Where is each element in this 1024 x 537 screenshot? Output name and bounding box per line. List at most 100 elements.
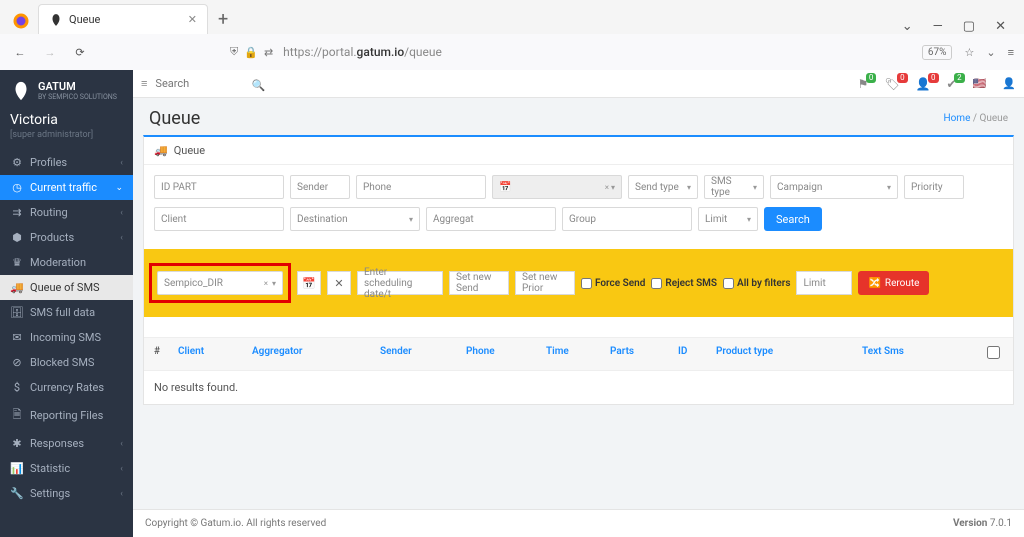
lock-icon[interactable]: 🔒 (244, 46, 258, 59)
th-select-all[interactable] (987, 346, 1003, 362)
brand: GATUM BY SEMPICO SOLUTIONS (0, 70, 133, 106)
th-id[interactable]: ID (678, 346, 716, 362)
sms-type-select[interactable]: SMS type▾ (704, 175, 764, 199)
reroute-button[interactable]: 🔀Reroute (858, 271, 929, 295)
all-by-filters-checkbox[interactable]: All by filters (723, 278, 790, 289)
reload-button[interactable]: ⟳ (70, 46, 90, 59)
address-field[interactable]: https://portal.gatum.io/queue (283, 45, 912, 59)
moderation-icon: ♛ (10, 256, 24, 269)
minimize-button[interactable]: — (933, 19, 943, 34)
panel-title: Queue (174, 144, 205, 157)
tab-close-icon[interactable]: ✕ (188, 13, 197, 26)
search-button[interactable]: Search (764, 207, 822, 231)
hamburger-icon[interactable]: ≡ (141, 77, 147, 90)
notif-icon-1[interactable]: ⚑0 (858, 77, 869, 91)
th-time[interactable]: Time (546, 346, 610, 362)
products-icon: ⬢ (10, 231, 24, 244)
chevron-left-icon: ‹ (120, 439, 123, 449)
priority-input[interactable]: Priority (904, 175, 964, 199)
chevron-left-icon: ‹ (120, 489, 123, 499)
notif-icon-4[interactable]: ✔2 (947, 77, 957, 91)
flag-icon[interactable]: 🇺🇸 (973, 77, 987, 90)
sidebar-item-sms-full-data[interactable]: 🗄SMS full data (0, 300, 133, 325)
sidebar-item-reporting-files[interactable]: 🗎Reporting Files (0, 400, 133, 431)
maximize-button[interactable]: ▢ (963, 19, 975, 34)
sidebar-item-settings[interactable]: 🔧Settings‹ (0, 481, 133, 506)
firefox-icon (12, 12, 30, 30)
browser-tab[interactable]: Queue ✕ (38, 4, 208, 34)
reroute-date-button[interactable]: 📅 (297, 271, 321, 295)
forward-button[interactable]: → (40, 46, 60, 59)
settings-icon: 🔧 (10, 487, 24, 500)
search-icon[interactable]: 🔍 (252, 79, 266, 92)
sidebar-item-statistic[interactable]: 📊Statistic‹ (0, 456, 133, 481)
scheduling-date-input[interactable]: Enter scheduling date/t (357, 271, 443, 295)
th-aggregator[interactable]: Aggregator (252, 346, 380, 362)
set-new-send-input[interactable]: Set new Send (449, 271, 509, 295)
shuffle-icon: 🔀 (868, 278, 880, 289)
user-name: Victoria (0, 106, 133, 130)
aggregat-input[interactable]: Aggregat (426, 207, 556, 231)
set-new-prior-input[interactable]: Set new Prior (515, 271, 575, 295)
responses-icon: ✱ (10, 437, 24, 450)
permissions-icon[interactable]: ⇄ (264, 46, 273, 59)
shield-icon[interactable]: ⛨ (230, 45, 238, 59)
th-parts[interactable]: Parts (610, 346, 678, 362)
breadcrumb-current: Queue (979, 113, 1008, 124)
th-client[interactable]: Client (178, 346, 252, 362)
url-bar: ← → ⟳ ⛨ 🔒 ⇄ https://portal.gatum.io/queu… (0, 34, 1024, 70)
window-controls: ⌄ — ▢ ✕ (902, 19, 1020, 34)
breadcrumb-home[interactable]: Home (943, 113, 970, 124)
currency-icon: $ (10, 381, 24, 394)
back-button[interactable]: ← (10, 46, 30, 59)
reroute-clear-button[interactable]: ✕ (327, 271, 351, 295)
sidebar-item-queue-of-sms[interactable]: 🚚Queue of SMS (0, 275, 133, 300)
sidebar-item-currency-rates[interactable]: $Currency Rates (0, 375, 133, 400)
th-product-type[interactable]: Product type (716, 346, 862, 362)
sidebar-item-responses[interactable]: ✱Responses‹ (0, 431, 133, 456)
reroute-limit-input[interactable]: Limit (796, 271, 852, 295)
url-security-icons: ⛨ 🔒 ⇄ (230, 45, 273, 59)
pocket-icon[interactable]: ⌄ (986, 46, 995, 59)
chevron-down-icon: ⌄ (115, 183, 123, 193)
close-window-button[interactable]: ✕ (995, 19, 1006, 34)
client-input[interactable]: Client (154, 207, 284, 231)
limit-select[interactable]: Limit▾ (698, 207, 758, 231)
sidebar-item-products[interactable]: ⬢Products‹ (0, 225, 133, 250)
chevron-left-icon: ‹ (120, 233, 123, 243)
chevron-left-icon: ‹ (120, 158, 123, 168)
menu-icon[interactable]: ≡ (1008, 46, 1014, 59)
sidebar-item-profiles[interactable]: ⚙Profiles‹ (0, 150, 133, 175)
sender-input[interactable]: Sender (290, 175, 350, 199)
new-tab-button[interactable]: + (208, 5, 238, 34)
id-part-input[interactable]: ID PART (154, 175, 284, 199)
user-role: [super administrator] (0, 130, 133, 150)
th-text-sms[interactable]: Text Sms (862, 346, 962, 362)
sidebar-item-moderation[interactable]: ♛Moderation (0, 250, 133, 275)
notif-icon-3[interactable]: 👤0 (916, 77, 931, 91)
user-icon[interactable]: 👤 (1002, 77, 1016, 90)
zoom-indicator[interactable]: 67% (922, 45, 953, 60)
th-sender[interactable]: Sender (380, 346, 466, 362)
date-select[interactable]: 📅× ▾ (492, 175, 622, 199)
incoming-icon: ✉ (10, 331, 24, 344)
highlight-box: Sempico_DIR× ▾ (149, 263, 291, 303)
sidebar-item-routing[interactable]: ⇉Routing‹ (0, 200, 133, 225)
reroute-bar: Sempico_DIR× ▾ 📅 ✕ Enter scheduling date… (144, 249, 1013, 317)
phone-input[interactable]: Phone (356, 175, 486, 199)
force-send-checkbox[interactable]: Force Send (581, 278, 645, 289)
sidebar-item-blocked-sms[interactable]: ⊘Blocked SMS (0, 350, 133, 375)
chevron-down-icon[interactable]: ⌄ (902, 19, 913, 34)
campaign-select[interactable]: Campaign▾ (770, 175, 898, 199)
search-input[interactable] (155, 77, 265, 90)
group-input[interactable]: Group (562, 207, 692, 231)
notif-icon-2[interactable]: 🏷0 (884, 77, 899, 91)
sidebar-item-current-traffic[interactable]: ◷Current traffic⌄ (0, 175, 133, 200)
reroute-target-select[interactable]: Sempico_DIR× ▾ (157, 271, 283, 295)
sidebar-item-incoming-sms[interactable]: ✉Incoming SMS (0, 325, 133, 350)
reject-sms-checkbox[interactable]: Reject SMS (651, 278, 717, 289)
send-type-select[interactable]: Send type▾ (628, 175, 698, 199)
bookmark-star-icon[interactable]: ☆ (964, 46, 974, 59)
destination-select[interactable]: Destination▾ (290, 207, 420, 231)
th-phone[interactable]: Phone (466, 346, 546, 362)
